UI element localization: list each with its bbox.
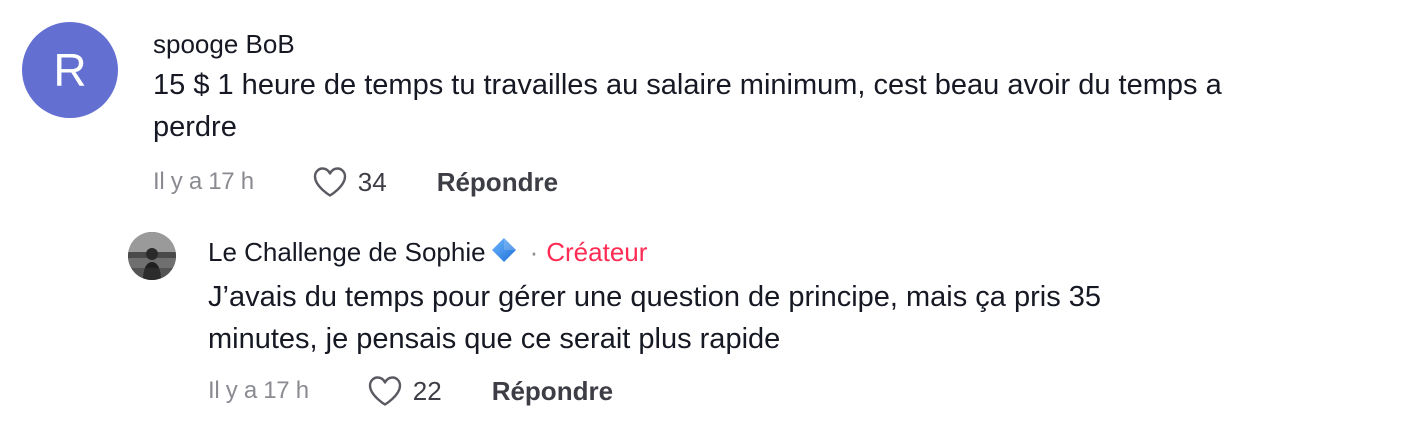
profile-photo-icon [128, 232, 176, 280]
like-count: 22 [412, 375, 442, 406]
reply-button[interactable]: Répondre [437, 167, 558, 198]
reply-header: Le Challenge de Sophie · Créateur [208, 236, 647, 269]
avatar-letter: R [53, 44, 87, 96]
comment-username[interactable]: spooge BoB [153, 29, 295, 60]
reply-text-line: minutes, je pensais que ce serait plus r… [208, 323, 781, 355]
reply-timestamp: Il y a 17 h [208, 377, 309, 404]
reply-meta: Il y a 17 h 22 Répondre [208, 371, 613, 411]
like-button[interactable]: 22 [367, 375, 442, 407]
comment-text-line: 15 $ 1 heure de temps tu travailles au s… [153, 69, 1222, 101]
heart-outline-icon [367, 375, 403, 407]
comment-meta: Il y a 17 h 34 Répondre [153, 162, 558, 202]
avatar[interactable] [128, 232, 176, 280]
reply-username[interactable]: Le Challenge de Sophie [208, 237, 486, 268]
reply-text-line: J’avais du temps pour gérer une question… [208, 281, 1102, 313]
comment-timestamp: Il y a 17 h [153, 168, 254, 195]
blue-diamond-icon [490, 236, 518, 269]
like-count: 34 [357, 166, 387, 197]
reply-button[interactable]: Répondre [492, 376, 613, 407]
separator: · [529, 237, 539, 267]
creator-label: Créateur [546, 237, 648, 267]
heart-outline-icon [312, 166, 348, 198]
comment-text: 15 $ 1 heure de temps tu travailles au s… [153, 64, 1383, 148]
avatar[interactable]: R [22, 22, 118, 118]
comment-text-line: perdre [153, 111, 237, 143]
comment-item: R spooge BoB 15 $ 1 heure de temps tu tr… [0, 0, 1406, 210]
like-button[interactable]: 34 [312, 166, 387, 198]
reply-text: J’avais du temps pour gérer une question… [208, 276, 1358, 360]
